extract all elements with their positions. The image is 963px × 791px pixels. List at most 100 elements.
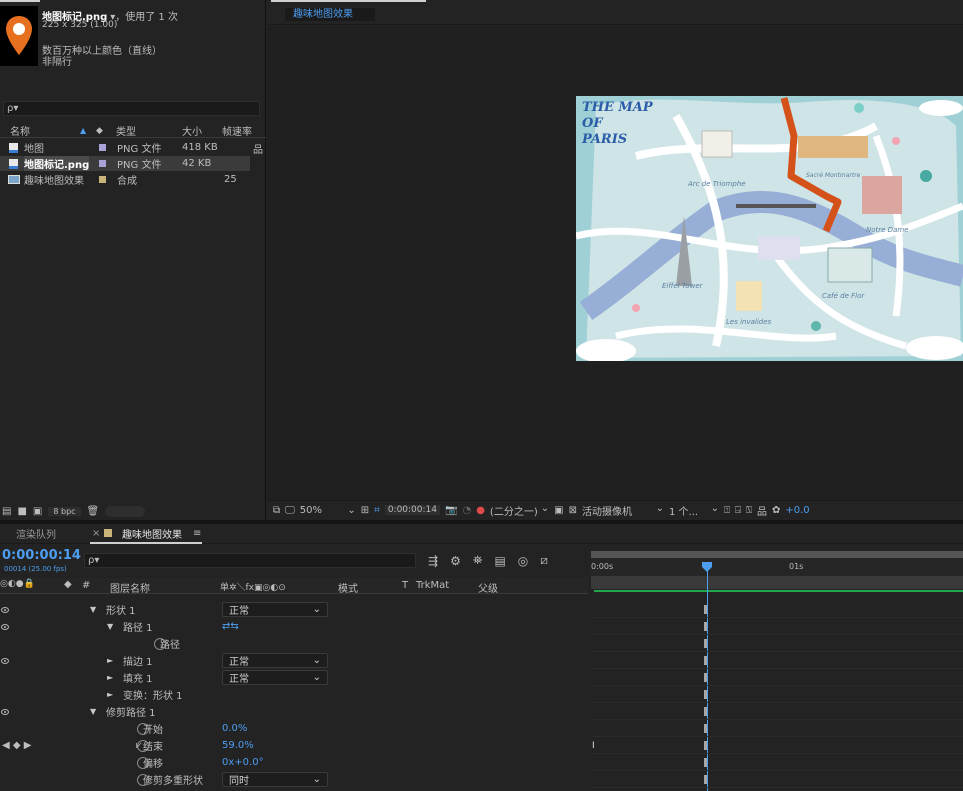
always-preview-icon[interactable]: ⧉ [273, 505, 280, 516]
label-tag-icon[interactable]: ◆ [96, 126, 103, 136]
layer-property-row[interactable]: 开始 0.0% [0, 720, 588, 737]
view-layout-dropdown[interactable]: 1 个... ⌄ [669, 503, 719, 518]
visibility-eye-icon[interactable] [1, 623, 9, 630]
timeline-track[interactable] [591, 669, 963, 686]
zoom-dropdown[interactable]: 50% ⌄ [300, 505, 356, 516]
column-size[interactable]: 大小 [182, 123, 202, 138]
current-time-display[interactable]: 0:00:00:14 [384, 505, 440, 515]
active-tab-indicator [90, 542, 202, 544]
comp-viewer-tab[interactable]: 趣味地图效果 [285, 8, 375, 21]
layer-property-row[interactable]: ► 变换：形状 1 [0, 686, 588, 703]
snapshot-icon[interactable]: 📷 [445, 505, 457, 516]
layer-property-row[interactable]: 路径 [0, 635, 588, 652]
color-channel-icon[interactable]: ● [476, 505, 485, 516]
property-value[interactable]: 0.0% [222, 723, 247, 734]
tab-render-queue[interactable]: 渲染队列 [16, 526, 56, 541]
visibility-eye-icon[interactable] [1, 708, 9, 715]
monitor-icon[interactable]: 🖵 [285, 505, 295, 516]
layer-property-row[interactable]: 修剪多重形状 同时 ⌄ [0, 771, 588, 788]
timeline-track[interactable] [591, 737, 963, 754]
shy-layers-icon[interactable]: ⛯ [473, 553, 483, 568]
mode-dropdown[interactable]: 正常 ⌄ [222, 670, 328, 685]
property-value[interactable]: 59.0% [222, 740, 254, 751]
exposure-value[interactable]: +0.0 [785, 505, 809, 516]
time-navigator[interactable] [591, 576, 963, 589]
expand-arrow-icon[interactable]: ▼ [107, 622, 113, 631]
transparency-grid-icon[interactable]: ⌗ [374, 505, 380, 516]
thumbnail-slider[interactable] [105, 506, 146, 517]
timeline-link-icon[interactable]: ⍂ [746, 505, 752, 516]
layer-property-row[interactable]: ► 描边 1 正常 ⌄ [0, 652, 588, 669]
graph-editor-icon[interactable]: ⧄ [540, 553, 548, 568]
tab-menu-icon[interactable]: ≡ [193, 528, 201, 539]
property-value[interactable]: 0x+0.0° [222, 757, 264, 768]
timeline-track[interactable] [591, 771, 963, 788]
bpc-indicator[interactable]: 8 bpc [48, 507, 81, 516]
expand-arrow-icon[interactable]: ▼ [90, 605, 96, 614]
timeline-track[interactable] [591, 635, 963, 652]
interpret-footage-icon[interactable]: ▤ [2, 506, 11, 517]
timeline-track[interactable] [591, 703, 963, 720]
region-of-interest-icon[interactable]: ⊞ [361, 505, 369, 516]
expand-arrow-icon[interactable]: ► [107, 673, 113, 682]
sort-asc-icon[interactable]: ▲ [80, 126, 86, 135]
frame-blending-icon[interactable]: ▤ [494, 554, 505, 568]
reset-exposure-icon[interactable]: ✿ [772, 505, 780, 516]
timeline-track[interactable] [591, 720, 963, 737]
layer-property-row[interactable]: 偏移 0x+0.0° [0, 754, 588, 771]
comp-mini-flowchart-icon[interactable]: ⇶ [428, 554, 438, 568]
expand-arrow-icon[interactable]: ▼ [90, 707, 96, 716]
timeline-track[interactable] [591, 601, 963, 618]
draft-3d-icon[interactable]: ⍈ [735, 505, 741, 516]
project-item[interactable]: 趣味地图效果 合成 25 [0, 172, 250, 187]
timeline-track[interactable] [591, 686, 963, 703]
item-size: 418 KB [182, 142, 218, 153]
property-name: 描边 1 [123, 657, 153, 668]
layer-property-row[interactable]: ▼ 形状 1 正常 ⌄ [0, 601, 588, 618]
keyframe-icon[interactable]: I [592, 741, 595, 751]
column-layer-name[interactable]: 图层名称 [110, 580, 150, 595]
close-tab-icon[interactable]: × [92, 528, 100, 539]
timeline-search-input[interactable]: ρ▾ [84, 553, 416, 568]
project-item[interactable]: 地图 PNG 文件 418 KB [0, 140, 250, 155]
tab-composition[interactable]: 趣味地图效果 [122, 526, 182, 541]
green-bar [594, 590, 963, 592]
resolution-dropdown[interactable]: (二分之一) ⌄ [490, 503, 549, 518]
mode-dropdown[interactable]: 同时 ⌄ [222, 772, 328, 787]
timeline-track[interactable] [591, 754, 963, 771]
draft-3d-icon[interactable]: ⚙ [450, 554, 461, 568]
work-area-bar[interactable] [591, 551, 963, 558]
trash-icon[interactable]: 🗑 [87, 506, 100, 517]
keyframe-nav-icon[interactable]: ◀ ◆ ▶ [2, 740, 31, 751]
mode-dropdown[interactable]: 正常 ⌄ [222, 602, 328, 617]
toggle-transparency-icon[interactable]: ⊠ [569, 505, 577, 516]
graph-icon[interactable]: ⩗ [136, 740, 142, 751]
timeline-track[interactable] [591, 618, 963, 635]
visibility-eye-icon[interactable] [1, 657, 9, 664]
layer-property-row[interactable]: ► 填充 1 正常 ⌄ [0, 669, 588, 686]
layer-property-row[interactable]: ▼ 修剪路径 1 [0, 703, 588, 720]
project-search-input[interactable]: ρ▾ [3, 101, 260, 116]
expand-arrow-icon[interactable]: ► [107, 656, 113, 665]
timeline-track[interactable] [591, 652, 963, 669]
layer-property-row[interactable]: ▼ 路径 1 ⇄⇆ [0, 618, 588, 635]
motion-blur-icon[interactable]: ◎ [518, 554, 528, 568]
column-fps[interactable]: 帧速率 [222, 123, 252, 138]
new-composition-icon[interactable]: ▣ [33, 506, 42, 517]
mode-dropdown[interactable]: 正常 ⌄ [222, 653, 328, 668]
current-time[interactable]: 0:00:00:14 [2, 548, 81, 563]
new-folder-icon[interactable]: ■ [17, 506, 26, 517]
column-type[interactable]: 类型 [116, 123, 136, 138]
expand-arrow-icon[interactable]: ► [107, 690, 113, 699]
visibility-eye-icon[interactable] [1, 606, 9, 613]
flowchart-icon[interactable]: 品 [757, 503, 767, 518]
flowchart-icon[interactable]: 品 [253, 141, 263, 156]
show-snapshot-icon[interactable]: ◔ [462, 505, 471, 516]
camera-dropdown[interactable]: 活动摄像机 ⌄ [582, 503, 664, 518]
layer-property-row[interactable]: 结束 59.0% ◀ ◆ ▶ ⩗ [0, 737, 588, 754]
project-item-selected[interactable]: 地图标记.png PNG 文件 42 KB [0, 156, 250, 171]
fast-previews-icon[interactable]: ▣ [554, 505, 563, 516]
column-name[interactable]: 名称 [10, 123, 30, 138]
pixel-aspect-icon[interactable]: ⍐ [724, 505, 730, 516]
path-direction-icon[interactable]: ⇄⇆ [222, 621, 239, 632]
